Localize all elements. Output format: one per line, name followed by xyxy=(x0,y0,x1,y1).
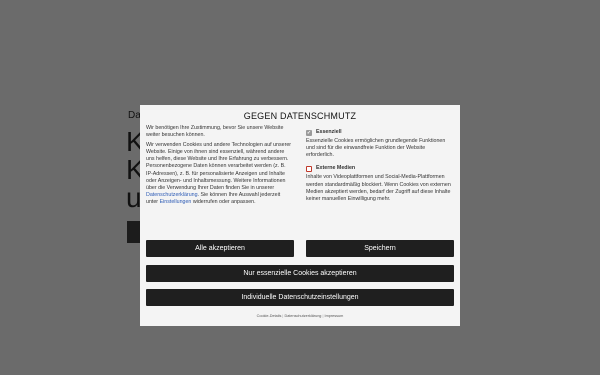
option-external-media[interactable]: Externe Medien xyxy=(306,165,452,172)
option-description: Inhalte von Videoplattformen und Social-… xyxy=(306,174,451,202)
consent-intro: Wir benötigen Ihre Zustimmung, bevor Sie… xyxy=(146,125,292,206)
cookie-consent-dialog: GEGEN DATENSCHMUTZ Wir benötigen Ihre Zu… xyxy=(140,105,460,326)
consent-options: ✓ Essenziell Essenzielle Cookies ermögli… xyxy=(306,129,452,209)
checkbox-unchecked-icon[interactable] xyxy=(306,165,312,172)
option-essential[interactable]: ✓ Essenziell xyxy=(306,129,452,136)
intro-text: Wir verwenden Cookies und andere Technol… xyxy=(146,142,292,191)
dialog-title: GEGEN DATENSCHMUTZ xyxy=(243,111,357,121)
dialog-footer-links: Cookie-Details | Datenschutzerklärung | … xyxy=(140,314,460,318)
cookie-details-link[interactable]: Cookie-Details xyxy=(257,314,282,318)
option-description: Essenzielle Cookies ermöglichen grundleg… xyxy=(306,138,446,159)
individual-settings-button[interactable]: Individuelle Datenschutzeinstellungen xyxy=(146,289,454,306)
privacy-policy-link[interactable]: Datenschutzerklärung xyxy=(146,192,198,198)
option-label: Externe Medien xyxy=(316,165,356,172)
intro-text: widerrufen oder anpassen. xyxy=(192,198,256,205)
intro-text: Wir benötigen Ihre Zustimmung, bevor Sie… xyxy=(146,125,284,139)
save-button[interactable]: Speichern xyxy=(306,240,454,257)
option-label: Essenziell xyxy=(316,129,342,135)
checkbox-checked-icon[interactable]: ✓ xyxy=(306,129,312,136)
link-separator: | xyxy=(322,314,324,318)
settings-link[interactable]: Einstellungen xyxy=(160,199,192,205)
privacy-policy-footer-link[interactable]: Datenschutzerklärung xyxy=(284,314,321,318)
accept-essential-button[interactable]: Nur essenzielle Cookies akzeptieren xyxy=(146,265,454,282)
intro-details: Wir verwenden Cookies und andere Technol… xyxy=(146,142,292,206)
imprint-link[interactable]: Impressum xyxy=(325,314,344,318)
accept-all-button[interactable]: Alle akzeptieren xyxy=(146,240,294,257)
